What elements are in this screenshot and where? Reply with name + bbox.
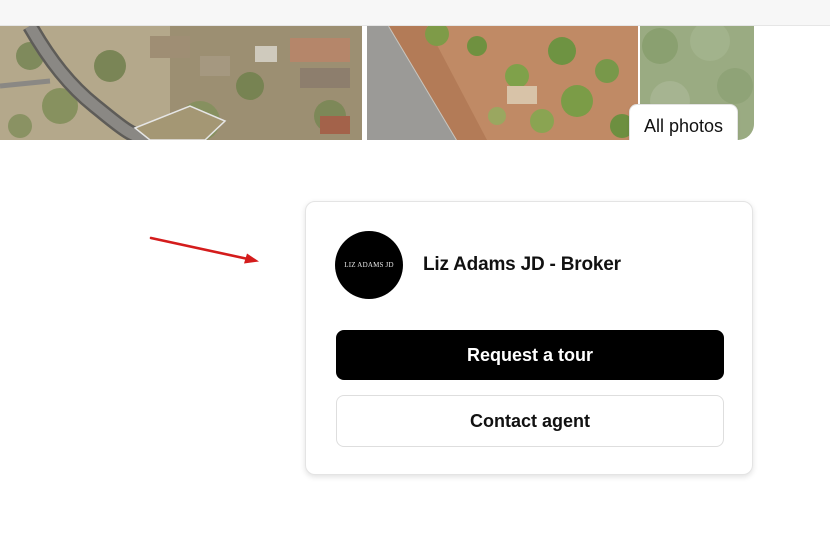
agent-card: LIZ ADAMS JD Liz Adams JD - Broker Reque… [305, 201, 753, 475]
all-photos-button[interactable]: All photos [629, 104, 738, 140]
all-photos-label: All photos [643, 116, 724, 136]
contact-agent-button[interactable]: Contact agent [336, 395, 724, 447]
contact-agent-label: Contact agent [469, 410, 590, 431]
aerial-road-lot-image [367, 26, 638, 140]
red-arrow-annotation [149, 236, 259, 264]
agent-name[interactable]: Liz Adams JD - Broker [423, 254, 621, 276]
avatar-logo-text: LIZ ADAMS JD [344, 261, 394, 269]
gallery-photo-aerial-neighborhood[interactable] [0, 26, 362, 140]
gallery-photo-road-lot[interactable] [367, 26, 638, 140]
aerial-neighborhood-image [0, 26, 362, 140]
request-tour-button[interactable]: Request a tour [336, 330, 724, 380]
agent-avatar[interactable]: LIZ ADAMS JD [335, 231, 403, 299]
photo-gallery: All photos [0, 26, 754, 140]
top-bar [0, 0, 830, 26]
request-tour-label: Request a tour [466, 344, 594, 365]
